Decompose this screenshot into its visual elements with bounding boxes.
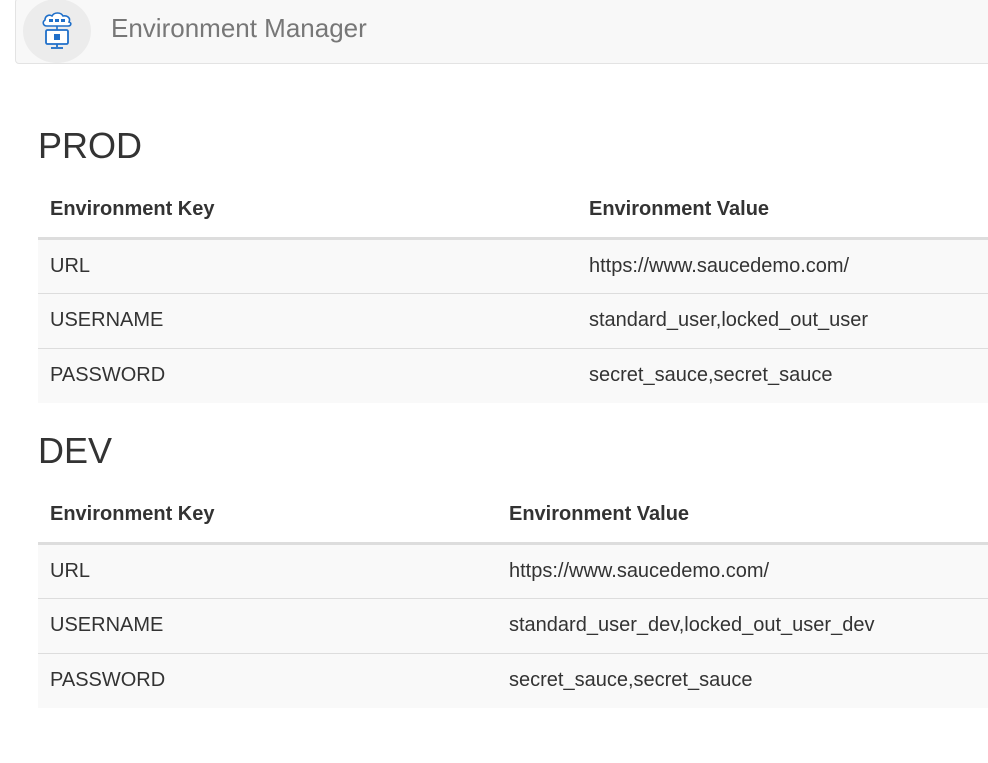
table-row: PASSWORD secret_sauce,secret_sauce [38, 347, 988, 403]
app-title: Environment Manager [111, 13, 367, 43]
env-key-cell: USERNAME [38, 597, 497, 653]
env-table: Environment Key Environment Value URL ht… [38, 487, 988, 708]
env-key-cell: URL [38, 238, 577, 293]
env-value-cell: secret_sauce,secret_sauce [497, 652, 988, 708]
navbar: Environment Manager [15, 0, 988, 64]
column-header-value: Environment Value [497, 487, 988, 545]
brand-logo[interactable] [23, 0, 91, 63]
cloud-monitor-icon [42, 12, 72, 49]
env-value-cell: standard_user,locked_out_user [577, 292, 988, 348]
table-header-row: Environment Key Environment Value [38, 182, 988, 240]
table-row: URL https://www.saucedemo.com/ [38, 543, 988, 598]
env-value-cell: secret_sauce,secret_sauce [577, 347, 988, 403]
column-header-key: Environment Key [38, 487, 497, 545]
env-key-cell: PASSWORD [38, 347, 577, 403]
env-heading: PROD [38, 125, 143, 166]
env-key-cell: URL [38, 543, 497, 598]
table-row: USERNAME standard_user_dev,locked_out_us… [38, 597, 988, 653]
env-section-prod: PROD Environment Key Environment Value U… [38, 126, 988, 403]
env-value-cell: https://www.saucedemo.com/ [497, 543, 988, 598]
table-row: USERNAME standard_user,locked_out_user [38, 292, 988, 348]
env-heading: DEV [38, 430, 113, 471]
table-header-row: Environment Key Environment Value [38, 487, 988, 545]
env-section-dev: DEV Environment Key Environment Value UR… [38, 431, 988, 708]
table-row: PASSWORD secret_sauce,secret_sauce [38, 652, 988, 708]
table-row: URL https://www.saucedemo.com/ [38, 238, 988, 293]
column-header-key: Environment Key [38, 182, 577, 240]
env-key-cell: USERNAME [38, 292, 577, 348]
env-key-cell: PASSWORD [38, 652, 497, 708]
env-value-cell: standard_user_dev,locked_out_user_dev [497, 597, 988, 653]
env-value-cell: https://www.saucedemo.com/ [577, 238, 988, 293]
column-header-value: Environment Value [577, 182, 988, 240]
env-table: Environment Key Environment Value URL ht… [38, 182, 988, 403]
